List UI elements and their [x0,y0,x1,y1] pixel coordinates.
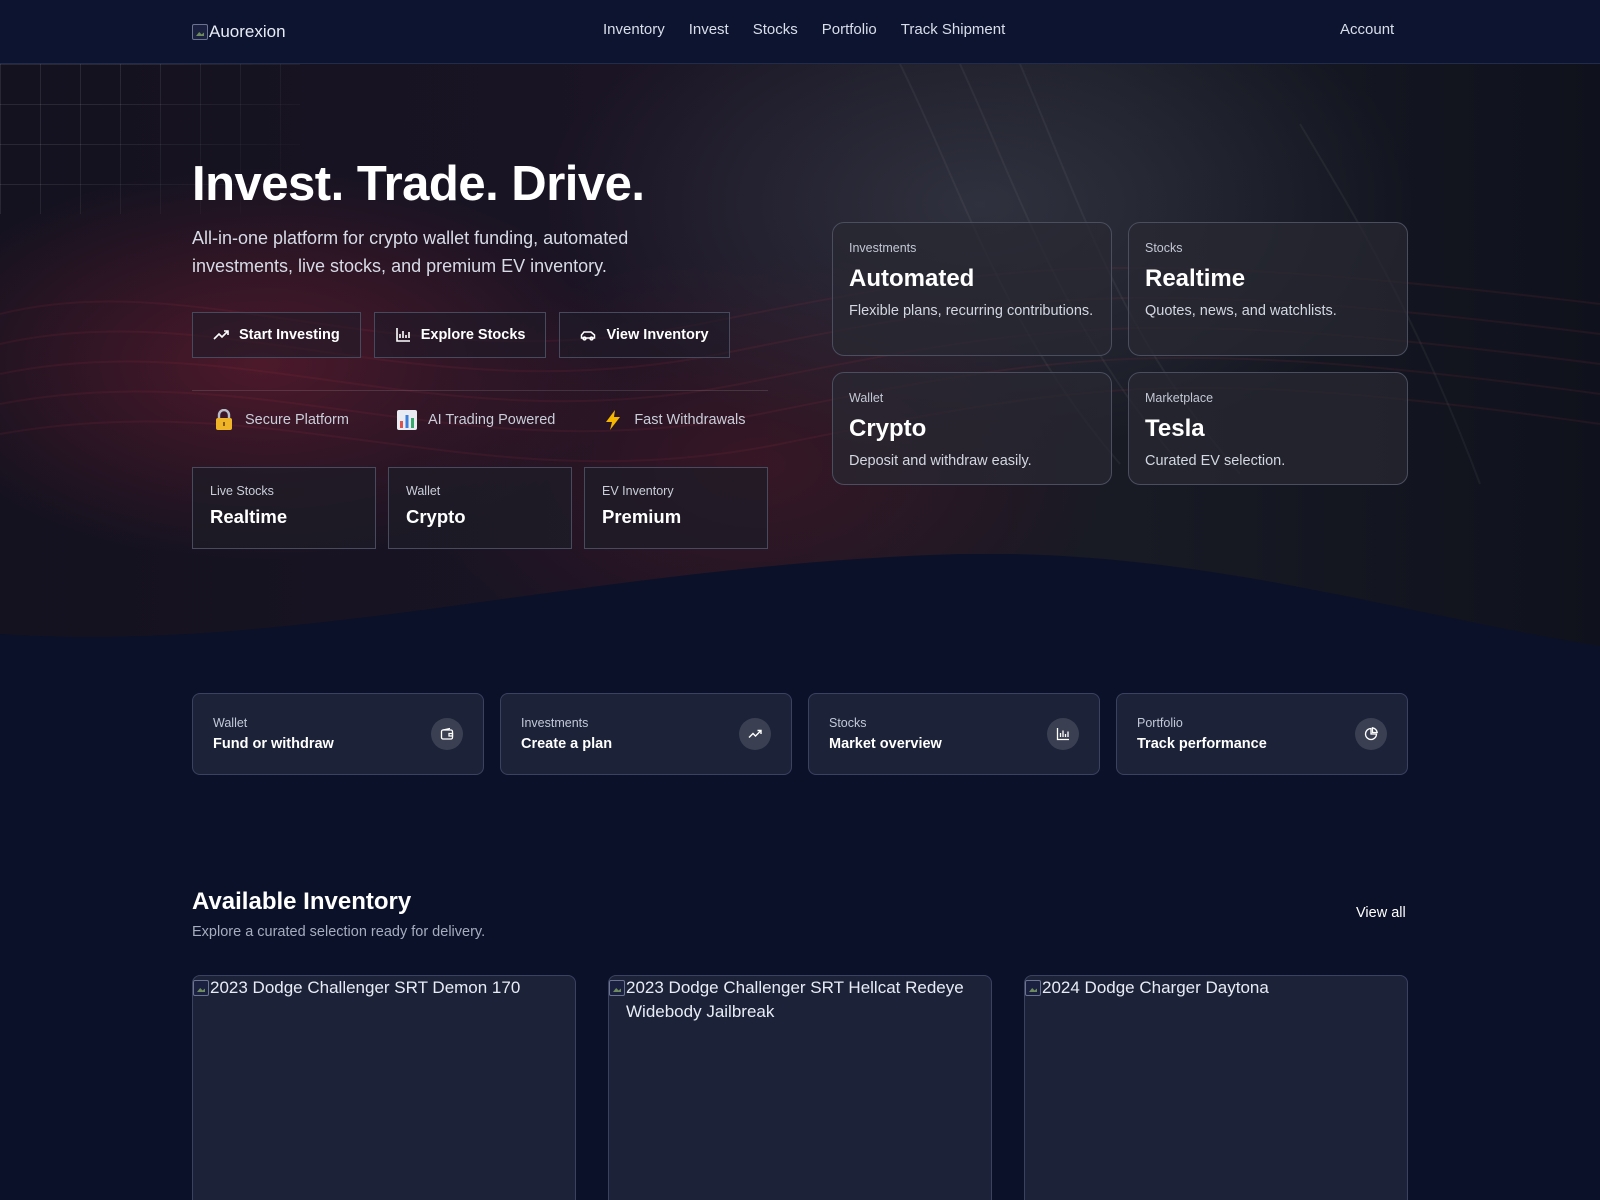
card-label: Stocks [1145,241,1183,255]
nav-link-track-shipment[interactable]: Track Shipment [901,21,1005,38]
car-image-alt: 2024 Dodge Charger Daytona [1042,978,1269,997]
inventory-card[interactable]: 2023 Dodge Challenger SRT Hellcat Redeye… [608,975,992,1200]
stat-label: Wallet [406,484,441,498]
stat-value: Premium [602,506,682,527]
brand-name: Auorexion [209,22,286,41]
inventory-subtitle: Explore a curated selection ready for de… [192,924,486,940]
card-title: Automated [849,265,975,292]
quick-action-title: Track performance [1137,736,1267,752]
quick-action-title: Fund or withdraw [213,736,334,752]
card-title: Realtime [1145,265,1246,292]
hero-card-grid: Investments Automated Flexible plans, re… [832,222,1408,485]
quick-action-label: Portfolio [1137,716,1183,730]
feature-ai-trading-label: AI Trading Powered [427,412,556,428]
car-image: 2023 Dodge Challenger SRT Hellcat Redeye… [609,976,991,1024]
stat-live-stocks: Live Stocks Realtime [192,467,376,549]
inventory-title: Available Inventory [192,888,412,915]
inventory-list: 2023 Dodge Challenger SRT Demon 170 2023… [192,975,1408,1200]
hero-subtitle: All-in-one platform for crypto wallet fu… [192,228,629,276]
card-description: Curated EV selection. [1145,453,1286,469]
bar-chart-icon [1047,718,1079,750]
car-image: 2024 Dodge Charger Daytona [1025,976,1407,1000]
start-investing-label: Start Investing [239,327,340,343]
nav-link-portfolio[interactable]: Portfolio [822,21,877,38]
car-image-alt: 2023 Dodge Challenger SRT Demon 170 [210,978,521,997]
car-image-alt: 2023 Dodge Challenger SRT Hellcat Redeye… [626,978,964,1021]
card-investments: Investments Automated Flexible plans, re… [832,222,1112,356]
card-description: Quotes, news, and watchlists. [1145,303,1337,319]
stat-label: EV Inventory [602,484,674,498]
card-label: Marketplace [1145,391,1214,405]
stat-ev-inventory: EV Inventory Premium [584,467,768,549]
card-marketplace: Marketplace Tesla Curated EV selection. [1128,372,1408,485]
wallet-icon [431,718,463,750]
feature-fast-withdrawals-label: Fast Withdrawals [634,412,746,428]
card-stocks: Stocks Realtime Quotes, news, and watchl… [1128,222,1408,356]
inventory-card[interactable]: 2023 Dodge Challenger SRT Demon 170 [192,975,576,1200]
nav-link-invest[interactable]: Invest [689,21,729,38]
quick-action-stocks[interactable]: Stocks Market overview [808,693,1100,775]
brand-logo[interactable]: Auorexion [192,20,286,44]
lightning-icon [602,409,624,431]
card-label: Wallet [849,391,884,405]
hero-button-row: Start Investing Explore Stocks View Inve… [192,312,730,358]
quick-action-portfolio[interactable]: Portfolio Track performance [1116,693,1408,775]
car-image: 2023 Dodge Challenger SRT Demon 170 [193,976,575,1000]
feature-secure-platform: Secure Platform [213,409,349,431]
top-nav: Auorexion Inventory Invest Stocks Portfo… [0,0,1600,64]
feature-secure-platform-label: Secure Platform [245,412,349,428]
chart-icon [396,409,418,431]
feature-ai-trading: AI Trading Powered [396,409,555,431]
view-inventory-button[interactable]: View Inventory [559,312,730,358]
stat-wallet: Wallet Crypto [388,467,572,549]
quick-action-title: Market overview [829,736,942,752]
stat-value: Crypto [406,506,466,527]
bar-chart-icon [395,328,410,342]
card-description: Flexible plans, recurring contributions. [849,303,1094,319]
broken-image-icon [193,980,209,996]
nav-link-stocks[interactable]: Stocks [753,21,798,38]
quick-action-wallet[interactable]: Wallet Fund or withdraw [192,693,484,775]
card-title: Tesla [1145,415,1205,442]
broken-image-icon [1025,980,1041,996]
card-wallet: Wallet Crypto Deposit and withdraw easil… [832,372,1112,485]
card-description: Deposit and withdraw easily. [849,453,1032,469]
quick-action-label: Investments [521,716,589,730]
hero-section: Invest. Trade. Drive. All-in-one platfor… [0,64,1600,646]
quick-actions: Wallet Fund or withdraw Investments Crea… [192,693,1408,775]
view-all-link[interactable]: View all [1356,905,1406,921]
pie-chart-icon [1355,718,1387,750]
card-title: Crypto [849,415,927,442]
stat-label: Live Stocks [210,484,274,498]
broken-image-icon [609,980,625,996]
start-investing-button[interactable]: Start Investing [192,312,361,358]
hero-title: Invest. Trade. Drive. [192,157,645,211]
main-nav-links: Inventory Invest Stocks Portfolio Track … [603,21,1005,38]
broken-image-icon [192,24,208,40]
explore-stocks-label: Explore Stocks [420,327,526,343]
lock-icon [213,409,235,431]
inventory-card[interactable]: 2024 Dodge Charger Daytona [1024,975,1408,1200]
account-link[interactable]: Account [1340,21,1394,38]
quick-action-label: Wallet [213,716,248,730]
feature-fast-withdrawals: Fast Withdrawals [602,409,746,431]
explore-stocks-button[interactable]: Explore Stocks [373,312,547,358]
feature-list: Secure Platform AI Trading Powered Fast … [213,409,746,431]
card-label: Investments [849,241,917,255]
hero-wave-divider [0,554,1600,646]
nav-link-inventory[interactable]: Inventory [603,21,665,38]
car-icon [581,331,596,341]
quick-action-label: Stocks [829,716,867,730]
hero-stat-row: Live Stocks Realtime Wallet Crypto EV In… [192,467,768,549]
view-inventory-label: View Inventory [606,327,709,343]
stat-value: Realtime [210,506,288,527]
trending-up-icon [739,718,771,750]
hero-divider [192,390,768,391]
trending-up-icon [213,330,229,340]
quick-action-title: Create a plan [521,736,613,752]
quick-action-investments[interactable]: Investments Create a plan [500,693,792,775]
